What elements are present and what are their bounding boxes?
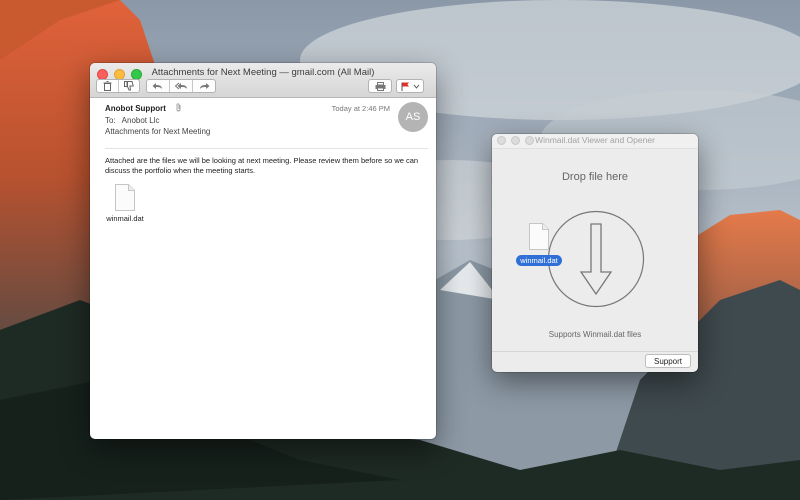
message-subject: Attachments for Next Meeting <box>105 127 211 136</box>
forward-icon <box>199 83 210 89</box>
message-header: Anobot Support Today at 2:46 PM To: Anobo… <box>90 98 436 150</box>
message-date: Today at 2:46 PM <box>331 104 390 113</box>
winmail-viewer-window: Winmail.dat Viewer and Opener Drop file … <box>492 134 698 372</box>
support-button[interactable]: Support <box>645 354 691 368</box>
flag-button[interactable] <box>396 79 424 93</box>
dragged-file[interactable]: winmail.dat <box>514 223 564 268</box>
reply-all-button[interactable] <box>168 80 193 92</box>
supported-formats: Supports Winmail.dat files <box>548 330 642 339</box>
reply-all-icon <box>174 82 187 90</box>
window-title: Attachments for Next Meeting — gmail.com… <box>151 67 375 78</box>
document-icon <box>115 184 135 211</box>
document-icon <box>529 223 549 250</box>
reply-icon <box>152 83 163 89</box>
reply-group <box>146 79 216 93</box>
dragged-file-name: winmail.dat <box>516 255 562 266</box>
drop-instruction: Drop file here <box>561 171 629 183</box>
arrow-down-icon <box>579 223 613 296</box>
thumbs-down-icon <box>123 81 134 91</box>
flag-icon <box>401 82 409 91</box>
junk-button[interactable] <box>117 80 140 92</box>
print-button[interactable] <box>368 79 392 93</box>
footer-divider <box>492 351 698 352</box>
reply-button[interactable] <box>147 80 169 92</box>
mail-window: Attachments for Next Meeting — gmail.com… <box>90 63 436 439</box>
message-body: Attached are the files we will be lookin… <box>105 156 419 175</box>
winmail-titlebar: Winmail.dat Viewer and Opener <box>492 134 698 149</box>
sender-name: Anobot Support <box>105 104 166 113</box>
to-label: To: <box>105 116 116 125</box>
recipient-line: To: Anobot Llc <box>105 116 159 125</box>
trash-icon <box>103 81 112 91</box>
attachment-name: winmail.dat <box>106 214 144 223</box>
delete-junk-group <box>96 79 140 93</box>
window-title: Winmail.dat Viewer and Opener <box>535 135 655 145</box>
attachment[interactable]: winmail.dat <box>105 184 145 223</box>
forward-button[interactable] <box>192 80 215 92</box>
printer-icon <box>375 81 385 91</box>
paperclip-icon <box>175 103 182 114</box>
delete-button[interactable] <box>97 80 118 92</box>
mail-titlebar: Attachments for Next Meeting — gmail.com… <box>90 63 436 98</box>
recipient-name[interactable]: Anobot Llc <box>122 116 160 125</box>
chevron-down-icon <box>413 84 419 89</box>
header-divider <box>105 148 428 149</box>
avatar: AS <box>398 102 428 132</box>
